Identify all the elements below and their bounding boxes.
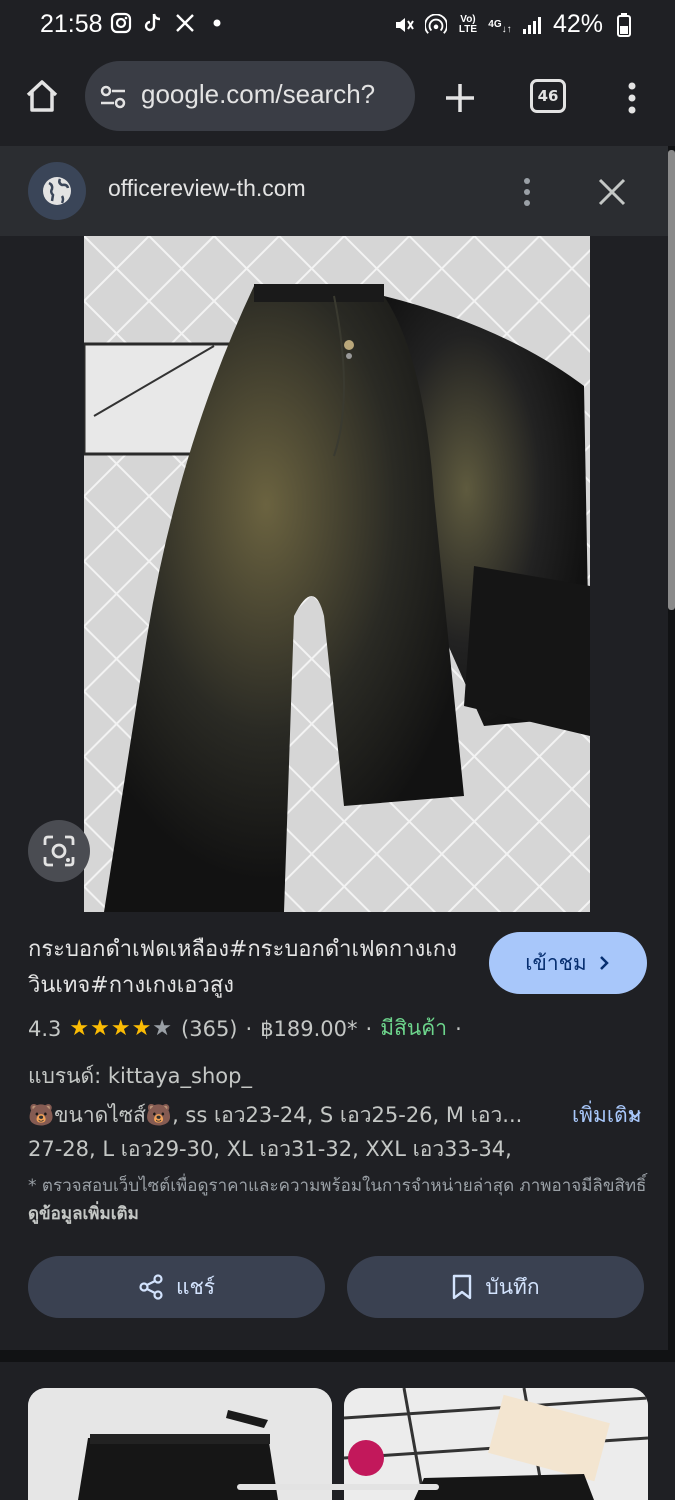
action-buttons: แชร์ บันทึก — [28, 1256, 644, 1318]
battery-icon — [613, 12, 635, 37]
source-site-name[interactable]: officereview-th.com — [108, 175, 306, 202]
x-icon — [174, 12, 196, 34]
url-text[interactable]: google.com/search? — [141, 79, 375, 110]
image-result-sheet: officereview-th.com กระบอกดำเฟดเหลือง#กร… — [0, 146, 668, 1350]
section-divider — [0, 1350, 675, 1362]
gesture-nav-bar[interactable] — [237, 1484, 439, 1490]
star-rating: ★★★★★ — [69, 1016, 173, 1041]
more-vert-icon — [628, 82, 636, 114]
save-button[interactable]: บันทึก — [347, 1256, 644, 1318]
learn-more-link[interactable]: ดูข้อมูลเพิ่มเติม — [28, 1204, 139, 1224]
chevron-down-icon — [629, 1111, 641, 1119]
visit-label: เข้าชม — [525, 950, 587, 975]
share-icon — [139, 1274, 163, 1300]
instagram-icon — [110, 12, 132, 34]
network-label: 4G — [488, 18, 502, 30]
new-tab-button[interactable] — [440, 78, 480, 118]
expand-description-button[interactable]: เพิ่มเติม — [572, 1098, 652, 1132]
product-info: กระบอกดำเฟดเหลือง#กระบอกดำเฟดกางเกงวินเท… — [0, 912, 668, 1350]
home-button[interactable] — [22, 76, 62, 116]
share-button[interactable]: แชร์ — [28, 1256, 325, 1318]
share-label: แชร์ — [175, 1274, 216, 1299]
disclaimer-text: * ตรวจสอบเว็บไซต์เพื่อดูราคาและความพร้อม… — [28, 1176, 647, 1196]
product-photo[interactable] — [84, 236, 590, 912]
hotspot-icon — [424, 13, 447, 36]
plus-icon — [446, 84, 474, 112]
battery-percent: 42% — [552, 10, 603, 38]
volte-indicator: Vo) LTE — [458, 13, 478, 35]
tiktok-icon — [142, 12, 164, 34]
half-star: ★ — [152, 1016, 174, 1041]
rating-row: 4.3 ★★★★★ (365) · ฿189.00* · มีสินค้า · — [28, 1012, 462, 1045]
separator: · — [455, 1016, 462, 1041]
address-bar[interactable]: google.com/search? — [85, 61, 415, 131]
product-description: 🐻ขนาดไซส์🐻, ss เอว23-24, S เอว25-26, M เ… — [28, 1103, 523, 1161]
separator: · — [365, 1016, 373, 1041]
more-vert-icon — [524, 178, 530, 206]
review-count: (365) — [181, 1016, 238, 1041]
separator: · — [245, 1016, 253, 1041]
system-icons: Vo) LTE 4G ↓↑ 42% — [393, 10, 635, 39]
browser-toolbar: google.com/search? 46 — [0, 52, 675, 144]
signal-icon — [521, 14, 543, 36]
tab-switcher-button[interactable]: 46 — [530, 79, 566, 113]
price: ฿189.00* — [260, 1016, 358, 1041]
lens-icon — [43, 835, 75, 867]
status-time: 21:58 — [40, 10, 103, 38]
sheet-header: officereview-th.com — [0, 146, 668, 236]
visit-button[interactable]: เข้าชม — [489, 932, 647, 994]
mute-icon — [393, 14, 415, 36]
network-type-icon: 4G ↓↑ — [488, 18, 512, 35]
sheet-more-button[interactable] — [515, 172, 539, 212]
chevron-right-icon — [599, 956, 609, 970]
close-icon — [598, 178, 626, 206]
filled-stars: ★★★★ — [69, 1016, 153, 1041]
globe-icon — [28, 162, 86, 220]
status-bar: 21:58 Vo) LTE 4G ↓↑ 42% — [0, 0, 675, 52]
brand-line: แบรนด์: kittaya_shop_ — [28, 1064, 252, 1088]
home-icon — [26, 80, 58, 112]
close-button[interactable] — [596, 176, 628, 208]
notification-icons — [110, 12, 228, 34]
related-images — [0, 1362, 675, 1500]
dot-icon — [206, 12, 228, 34]
bookmark-icon — [453, 1274, 472, 1300]
disclaimer: * ตรวจสอบเว็บไซต์เพื่อดูราคาและความพร้อม… — [28, 1172, 658, 1228]
browser-menu-button[interactable] — [618, 78, 646, 118]
rating-value: 4.3 — [28, 1016, 62, 1041]
save-label: บันทึก — [485, 1274, 540, 1299]
product-title: กระบอกดำเฟดเหลือง#กระบอกดำเฟดกางเกงวินเท… — [28, 937, 457, 998]
google-lens-button[interactable] — [28, 820, 90, 882]
product-image-area — [0, 236, 668, 912]
availability: มีสินค้า — [380, 1016, 448, 1040]
scrollbar-thumb[interactable] — [668, 150, 675, 610]
site-settings-icon[interactable] — [99, 83, 127, 111]
